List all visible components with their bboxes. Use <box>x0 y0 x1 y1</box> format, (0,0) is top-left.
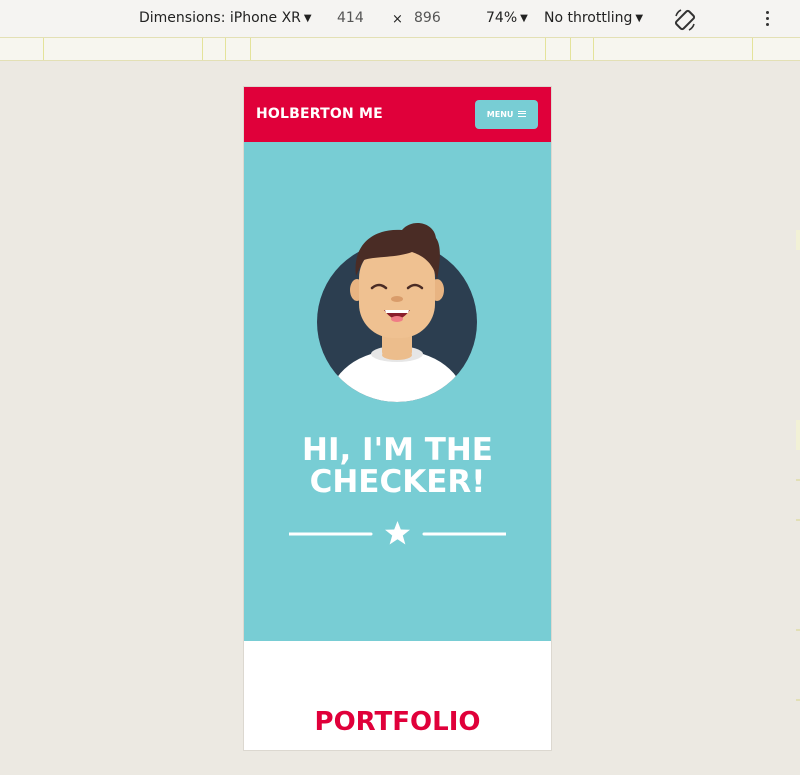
ruler-tick <box>752 38 753 60</box>
zoom-dropdown[interactable]: 74% ▼ <box>486 10 528 26</box>
device-viewport: HOLBERTON ME MENU HI, I'M THE CHECKER! P… <box>244 87 551 750</box>
ruler-tick <box>545 38 546 60</box>
side-ruler <box>796 230 800 701</box>
chevron-down-icon: ▼ <box>635 13 644 24</box>
more-options-icon[interactable] <box>765 11 771 29</box>
throttling-dropdown[interactable]: No throttling ▼ <box>544 10 643 26</box>
ruler-tick <box>43 38 44 60</box>
width-input[interactable]: 414 <box>337 10 364 26</box>
throttling-label: No throttling <box>544 10 633 26</box>
device-toolbar: Dimensions: iPhone XR ▼ 414 × 896 74% ▼ No… <box>0 0 800 39</box>
hamburger-icon <box>518 109 527 118</box>
hero-section: HI, I'M THE CHECKER! <box>244 142 551 641</box>
portfolio-heading: PORTFOLIO <box>314 707 481 737</box>
chevron-down-icon: ▼ <box>520 13 528 24</box>
height-input[interactable]: 896 <box>414 10 441 26</box>
avatar-illustration <box>317 223 477 402</box>
zoom-label: 74% <box>486 10 518 26</box>
rotate-icon[interactable] <box>672 7 698 33</box>
ruler-tick <box>593 38 594 60</box>
dimensions-dropdown[interactable]: Dimensions: iPhone XR ▼ <box>139 10 312 26</box>
ruler-tick <box>570 38 571 60</box>
dimensions-label: Dimensions: iPhone XR <box>139 10 301 26</box>
chevron-down-icon: ▼ <box>303 13 312 24</box>
times-symbol: × <box>392 12 403 27</box>
ruler-tick <box>225 38 226 60</box>
star-divider <box>289 521 506 545</box>
hero-title: HI, I'M THE CHECKER! <box>302 432 493 500</box>
site-header: HOLBERTON ME MENU <box>244 87 551 142</box>
media-query-ruler[interactable] <box>0 37 800 61</box>
menu-button[interactable]: MENU <box>475 100 538 129</box>
star-icon <box>385 521 410 545</box>
ruler-tick <box>250 38 251 60</box>
site-logo[interactable]: HOLBERTON ME <box>256 106 383 122</box>
menu-label: MENU <box>486 110 514 119</box>
ruler-tick <box>202 38 203 60</box>
